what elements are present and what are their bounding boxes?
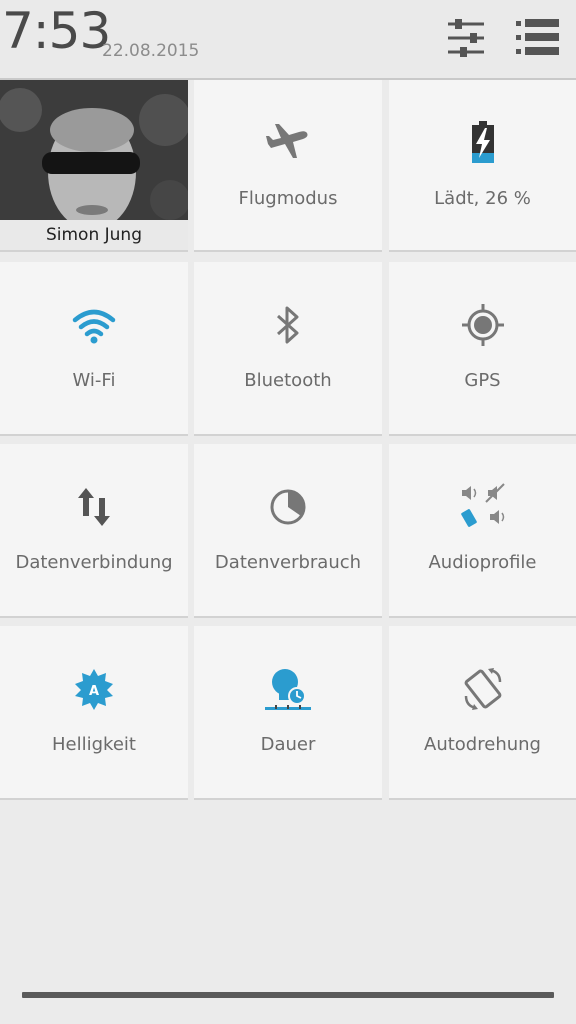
- bluetooth-icon: [263, 300, 313, 350]
- tile-label: Dauer: [260, 734, 316, 755]
- svg-text:A: A: [89, 684, 99, 699]
- tile-label: Flugmodus: [238, 188, 338, 209]
- gps-icon: [458, 300, 508, 350]
- list-icon[interactable]: [513, 14, 561, 62]
- tile-label: Datenverbindung: [15, 552, 173, 573]
- tile-screen-timeout[interactable]: Dauer: [194, 626, 382, 800]
- quick-settings-header: 7:53 22.08.2015: [0, 0, 576, 80]
- tile-data-usage[interactable]: Datenverbrauch: [194, 444, 382, 618]
- timeout-icon: [263, 664, 313, 714]
- brightness-auto-icon: A: [69, 664, 119, 714]
- wifi-icon: [69, 300, 119, 350]
- sliders-icon[interactable]: [442, 14, 490, 62]
- tile-label: GPS: [464, 370, 501, 391]
- clock-date: 22.08.2015: [102, 41, 200, 61]
- tile-mobile-data[interactable]: Datenverbindung: [0, 444, 188, 618]
- rotate-icon: [458, 664, 508, 714]
- tile-wifi[interactable]: Wi-Fi: [0, 262, 188, 436]
- tile-label: Audioprofile: [428, 552, 537, 573]
- airplane-icon: [263, 118, 313, 168]
- audio-profiles-icon: [458, 482, 508, 532]
- tile-label: Wi-Fi: [72, 370, 116, 391]
- tile-label: Datenverbrauch: [214, 552, 362, 573]
- tile-auto-rotate[interactable]: Autodrehung: [389, 626, 576, 800]
- tile-brightness[interactable]: A Helligkeit: [0, 626, 188, 800]
- data-arrows-icon: [69, 482, 119, 532]
- tile-audio-profiles[interactable]: Audioprofile: [389, 444, 576, 618]
- tile-label: Helligkeit: [52, 734, 136, 755]
- tile-bluetooth[interactable]: Bluetooth: [194, 262, 382, 436]
- drag-handle[interactable]: [22, 992, 554, 998]
- tile-battery[interactable]: Lädt, 26 %: [389, 80, 576, 252]
- tile-label: Bluetooth: [244, 370, 332, 391]
- tile-airplane-mode[interactable]: Flugmodus: [194, 80, 382, 252]
- tile-label: Lädt, 26 %: [434, 188, 531, 209]
- tile-label: Autodrehung: [424, 734, 541, 755]
- pie-icon: [263, 482, 313, 532]
- profile-name: Simon Jung: [0, 220, 188, 250]
- clock-time: 7:53: [2, 2, 111, 60]
- user-profile-tile[interactable]: Simon Jung: [0, 80, 188, 252]
- tile-gps[interactable]: GPS: [389, 262, 576, 436]
- battery-charging-icon: [458, 118, 508, 168]
